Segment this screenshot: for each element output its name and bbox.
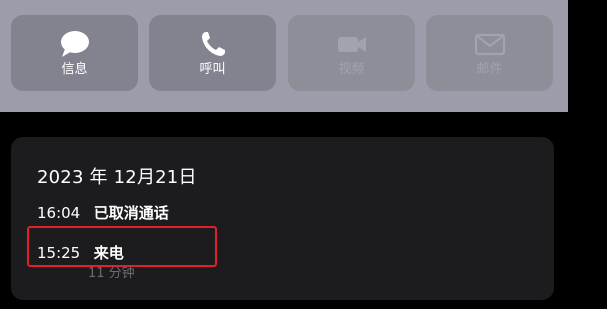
call-type: 来电 — [93, 244, 124, 262]
contact-screen: 信息 呼叫 视频 邮件 2023 年 12月21日 16:04 已取消通话 15… — [0, 0, 607, 309]
video-camera-icon — [337, 37, 366, 52]
mail-button-label: 邮件 — [476, 62, 503, 77]
video-button[interactable]: 视频 — [288, 15, 415, 91]
call-history-row: 16:04 已取消通话 — [37, 203, 169, 223]
mail-button[interactable]: 邮件 — [426, 15, 553, 91]
call-time: 15:25 — [37, 244, 81, 262]
envelope-icon — [474, 33, 505, 56]
video-button-label: 视频 — [338, 62, 365, 77]
message-button-label: 信息 — [61, 62, 88, 77]
contact-actions-panel: 信息 呼叫 视频 邮件 — [0, 0, 568, 112]
phone-icon — [201, 32, 225, 56]
call-history-row: 15:25 来电 — [37, 243, 124, 263]
call-button-label: 呼叫 — [199, 62, 226, 77]
call-type: 已取消通话 — [93, 204, 169, 222]
call-duration: 11 分钟 — [88, 266, 135, 281]
message-bubble-icon — [60, 31, 89, 57]
call-button[interactable]: 呼叫 — [149, 15, 276, 91]
call-history-date: 2023 年 12月21日 — [37, 167, 197, 188]
call-time: 16:04 — [37, 204, 81, 222]
message-button[interactable]: 信息 — [11, 15, 138, 91]
call-history-card: 2023 年 12月21日 16:04 已取消通话 15:25 来电 11 分钟 — [11, 137, 554, 300]
